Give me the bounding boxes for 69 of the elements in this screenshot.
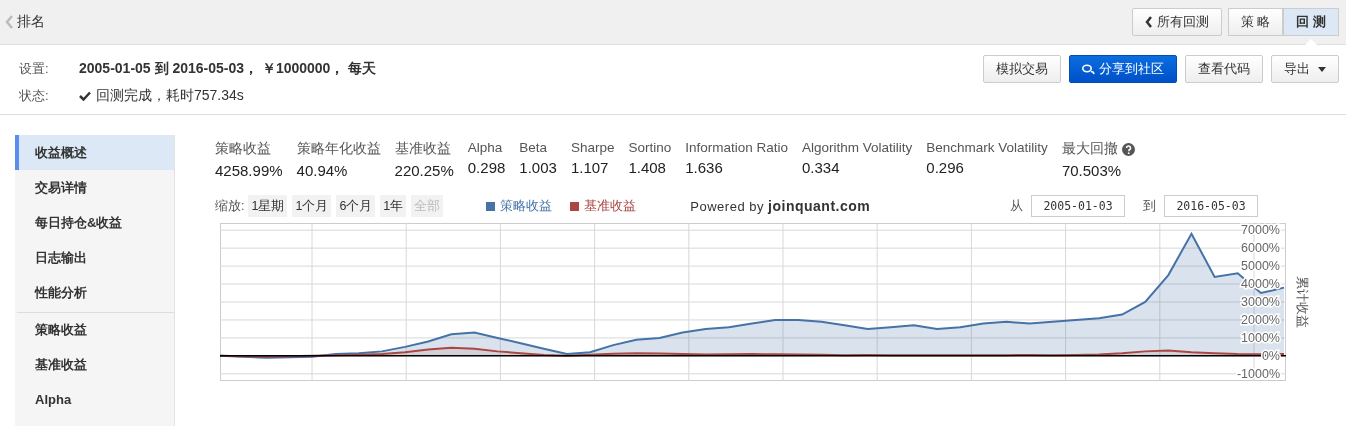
- chevron-left-icon: [5, 15, 14, 29]
- sidebar-item[interactable]: Alpha: [15, 382, 174, 417]
- to-label: 到: [1143, 197, 1156, 215]
- metric-value: 1.107: [570, 159, 610, 176]
- axis-tick-label: 3000%: [1241, 295, 1280, 309]
- sidebar-item[interactable]: 日志输出: [15, 240, 174, 275]
- share-button[interactable]: 分享到社区: [1069, 55, 1177, 83]
- settings-value: 2005-01-05 到 2016-05-03， ￥1000000， 每天: [79, 59, 377, 78]
- metric-label: Sortino: [628, 140, 672, 155]
- metric-value: 1.408: [628, 159, 667, 176]
- help-icon[interactable]: [1121, 142, 1135, 156]
- metric-value: 40.94%: [296, 162, 349, 179]
- metric-value: 0.298: [467, 159, 506, 176]
- axis-tick-label: 5000%: [1241, 259, 1280, 274]
- axis-tick-label: 7000%: [1241, 223, 1280, 238]
- axis-tick-label: 1000%: [1241, 330, 1280, 345]
- powered-by-text: Powered by joinquant.com: [690, 198, 871, 214]
- sidebar-item[interactable]: 基准收益: [15, 347, 174, 382]
- caret-down-icon: [1318, 66, 1326, 72]
- status-value: 回测完成，耗时757.34s: [96, 86, 244, 105]
- action-button[interactable]: 查看代码: [1185, 55, 1263, 83]
- status-label: 状态:: [19, 86, 50, 105]
- export-dropdown[interactable]: 导出: [1271, 55, 1339, 83]
- zoom-button[interactable]: 6个月: [336, 195, 376, 217]
- sidebar-item[interactable]: 策略收益: [15, 312, 174, 347]
- axis-tick-label: 6000%: [1241, 241, 1280, 256]
- back-label[interactable]: 排名: [17, 13, 45, 31]
- zoom-button[interactable]: 1星期: [248, 195, 288, 217]
- metric-value: 4258.99%: [215, 162, 283, 179]
- metric-label: Beta: [519, 140, 548, 155]
- settings-label: 设置:: [19, 59, 50, 78]
- checkmark-icon: [79, 90, 91, 101]
- axis-tick-label: 0%: [1261, 348, 1280, 363]
- metric-label: 基准收益: [394, 140, 451, 158]
- legend-label[interactable]: 基准收益: [584, 197, 637, 215]
- sidebar-item[interactable]: 性能分析: [15, 275, 174, 310]
- metric-label: 最大回撤: [1061, 140, 1118, 158]
- all-backtests-button[interactable]: 所有回测: [1131, 8, 1222, 36]
- metric-label: 策略收益: [215, 140, 271, 158]
- metric-label: Sharpe: [570, 140, 615, 155]
- view-tab[interactable]: 策 略: [1227, 8, 1284, 36]
- pointer-icon: [1303, 39, 1320, 47]
- legend-label[interactable]: 策略收益: [500, 197, 553, 215]
- metric-label: Information Ratio: [685, 140, 788, 155]
- sidebar-item[interactable]: 每日持仓&收益: [15, 205, 174, 240]
- metric-value: 1.003: [519, 159, 557, 176]
- from-date-field[interactable]: 2005-01-03: [1031, 195, 1125, 217]
- zoom-button[interactable]: 1个月: [292, 195, 332, 217]
- axis-tick-label: 2000%: [1241, 312, 1280, 327]
- zoom-label: 缩放:: [215, 197, 245, 215]
- sidebar-item[interactable]: 收益概述: [15, 135, 174, 170]
- axis-tick-label: -1000%: [1236, 366, 1280, 381]
- back-link[interactable]: 排名: [5, 13, 45, 31]
- metric-label: Alpha: [467, 140, 503, 155]
- action-button[interactable]: 模拟交易: [983, 55, 1061, 83]
- metric-value: 0.334: [802, 159, 841, 176]
- metric-value: 0.296: [926, 159, 965, 176]
- metric-label: Algorithm Volatility: [802, 140, 913, 155]
- from-label: 从: [1010, 197, 1023, 215]
- to-date-field[interactable]: 2016-05-03: [1164, 195, 1258, 217]
- chevron-left-icon: [1144, 16, 1153, 28]
- metric-label: Benchmark Volatility: [926, 140, 1048, 155]
- metric-value: 220.25%: [394, 162, 454, 179]
- sidebar-item[interactable]: 交易详情: [15, 170, 174, 205]
- axis-title: 累计收益: [1294, 276, 1311, 328]
- zoom-button[interactable]: 1年: [380, 195, 407, 217]
- metric-value: 70.503%: [1061, 162, 1123, 179]
- metric-label: 策略年化收益: [296, 140, 381, 158]
- metric-value: 1.636: [685, 159, 724, 176]
